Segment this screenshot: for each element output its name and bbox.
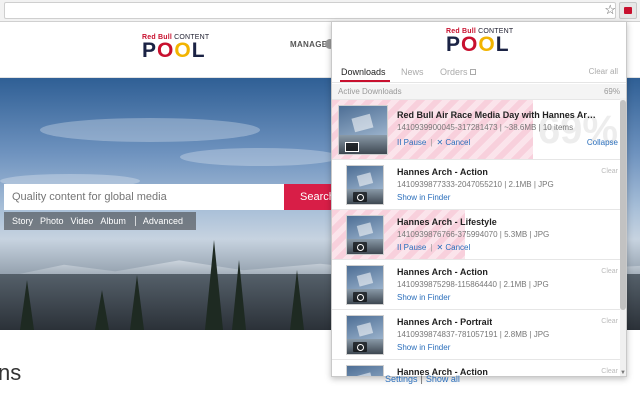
popup-logo-wordmark: POOL (446, 33, 510, 56)
tree (20, 280, 34, 330)
download-title: Hannes Arch - Lifestyle (397, 217, 497, 227)
camera-icon (353, 192, 367, 202)
advanced-search-link[interactable]: Advanced (143, 216, 183, 226)
download-row: Hannes Arch - Action 1410939875298-11586… (332, 260, 626, 310)
cloud (180, 148, 340, 166)
clear-all-button[interactable]: Clear all (589, 67, 618, 76)
download-thumbnail (346, 365, 384, 376)
tab-news[interactable]: News (401, 67, 424, 77)
pause-button[interactable]: II Pause (397, 138, 426, 147)
download-title: Red Bull Air Race Media Day with Hannes … (397, 110, 597, 120)
download-meta: 1410939876766-375994070 | 5.3MB | JPG (397, 230, 550, 239)
download-title: Hannes Arch - Portrait (397, 317, 493, 327)
filter-divider (134, 216, 136, 226)
tree (290, 270, 304, 330)
camera-icon (353, 292, 367, 302)
download-row: 69% Red Bull Air Race Media Day with Han… (332, 100, 626, 160)
external-link-icon (469, 69, 476, 75)
logo-wordmark: POOL (142, 39, 206, 62)
tab-orders[interactable]: Orders (440, 67, 476, 77)
settings-link[interactable]: Settings (385, 374, 418, 384)
search-filters: Story Photo Video Album Advanced (4, 212, 196, 230)
tab-downloads[interactable]: Downloads (341, 67, 386, 77)
content-pool-logo[interactable]: Red Bull CONTENT POOL (142, 34, 209, 61)
clear-button[interactable]: Clear (601, 168, 618, 175)
download-row: Hannes Arch - Portrait 1410939874837-781… (332, 310, 626, 360)
download-meta: 1410939877333-2047055210 | 2.1MB | JPG (397, 180, 554, 189)
camera-icon (353, 242, 367, 252)
active-downloads-header: Active Downloads 69% (332, 84, 626, 100)
cancel-button[interactable]: ✕ Cancel (436, 138, 470, 147)
star-outline-icon[interactable]: ☆ (604, 2, 616, 17)
collapse-button[interactable]: Collapse (587, 138, 618, 147)
overall-progress-percent: 69% (603, 87, 620, 96)
filter-album[interactable]: Album (100, 216, 126, 226)
tree (232, 260, 246, 330)
scrollbar-thumb[interactable] (620, 100, 626, 310)
download-thumbnail (346, 165, 384, 205)
popup-scrollbar[interactable] (620, 98, 626, 376)
pause-button[interactable]: II Pause (397, 243, 426, 252)
tree (130, 275, 144, 330)
download-meta: 1410939900045-317281473 | ~38.6MB | 10 i… (397, 123, 574, 132)
active-tab-indicator (340, 80, 390, 82)
download-row: Hannes Arch - Action Clear (332, 360, 626, 376)
search-input[interactable] (4, 184, 284, 210)
download-title: Hannes Arch - Action (397, 267, 488, 277)
browser-toolbar: ☆ (0, 0, 640, 22)
active-downloads-label: Active Downloads (338, 87, 402, 96)
filter-photo[interactable]: Photo (40, 216, 64, 226)
cloud (40, 118, 260, 142)
show-all-link[interactable]: Show all (426, 374, 460, 384)
show-in-finder-link[interactable]: Show in Finder (397, 293, 450, 302)
cancel-button[interactable]: ✕ Cancel (436, 243, 470, 252)
filter-story[interactable]: Story (12, 216, 33, 226)
clear-button[interactable]: Clear (601, 268, 618, 275)
downloads-popup: Red Bull CONTENT POOL Downloads News Ord… (331, 21, 627, 377)
show-in-finder-link[interactable]: Show in Finder (397, 343, 450, 352)
tree (205, 240, 223, 330)
show-in-finder-link[interactable]: Show in Finder (397, 193, 450, 202)
album-stack-icon (345, 142, 359, 152)
download-row: Hannes Arch - Lifestyle 1410939876766-37… (332, 210, 626, 260)
manage-link[interactable]: MANAGE (290, 40, 327, 49)
filter-video[interactable]: Video (71, 216, 94, 226)
popup-logo: Red Bull CONTENT POOL (446, 28, 514, 56)
redbull-content-pool-extension-icon[interactable] (619, 2, 637, 19)
clear-button[interactable]: Clear (601, 368, 618, 375)
download-thumbnail (346, 215, 384, 255)
scroll-down-arrow-icon[interactable]: ▼ (620, 370, 626, 376)
download-thumbnail (338, 105, 388, 155)
popup-footer: Settings | Show all (385, 374, 460, 384)
camera-icon (353, 342, 367, 352)
tree (95, 290, 109, 330)
popup-tabs: Downloads News Orders Clear all (332, 61, 626, 83)
download-thumbnail (346, 315, 384, 355)
search-button[interactable]: Search (284, 184, 335, 210)
clear-button[interactable]: Clear (601, 318, 618, 325)
download-meta: 1410939874837-781057191 | 2.8MB | JPG (397, 330, 550, 339)
download-row: Hannes Arch - Action 1410939877333-20470… (332, 160, 626, 210)
download-title: Hannes Arch - Action (397, 167, 488, 177)
page-section-heading: ns (0, 360, 22, 385)
download-thumbnail (346, 265, 384, 305)
download-meta: 1410939875298-115864440 | 2.1MB | JPG (397, 280, 549, 289)
address-bar[interactable] (4, 2, 616, 19)
